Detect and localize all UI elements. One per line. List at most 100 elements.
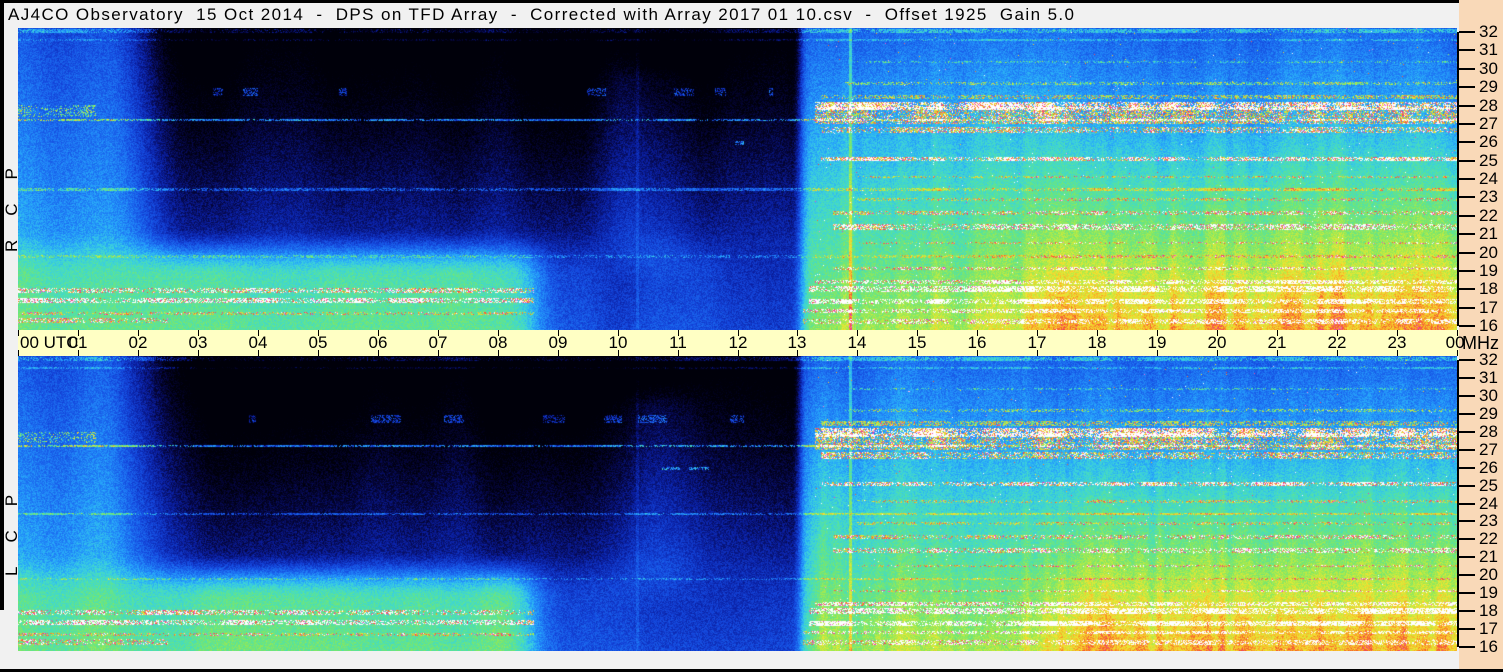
frequency-tick bbox=[1459, 556, 1475, 558]
frequency-tick bbox=[1459, 449, 1475, 451]
frequency-tick bbox=[1459, 270, 1475, 272]
frequency-tick bbox=[1459, 307, 1475, 309]
frequency-tick bbox=[1459, 503, 1475, 505]
frequency-tick bbox=[1459, 288, 1475, 290]
frequency-tick-label: 30 bbox=[1479, 60, 1498, 78]
frequency-tick bbox=[1459, 160, 1475, 162]
frequency-tick-label: 24 bbox=[1479, 170, 1498, 188]
frequency-tick bbox=[1459, 105, 1475, 107]
hour-tick-label: 13 bbox=[788, 334, 807, 352]
frequency-tick-label: 26 bbox=[1479, 133, 1498, 151]
frequency-tick-label: 20 bbox=[1479, 566, 1498, 584]
hour-tick-label: 18 bbox=[1088, 334, 1107, 352]
frequency-tick bbox=[1459, 628, 1475, 630]
hour-tick-label: 21 bbox=[1268, 334, 1287, 352]
hour-tick-label: 20 bbox=[1208, 334, 1227, 352]
hour-tick-label: 22 bbox=[1328, 334, 1347, 352]
frequency-tick-label: 30 bbox=[1479, 387, 1498, 405]
hour-tick-label: 17 bbox=[1028, 334, 1047, 352]
lcp-polarization-label: LCP bbox=[2, 436, 18, 576]
frequency-tick bbox=[1459, 610, 1475, 612]
hour-tick-label: 16 bbox=[968, 334, 987, 352]
hour-tick-label: 19 bbox=[1148, 334, 1167, 352]
frequency-tick-label: 27 bbox=[1479, 115, 1498, 133]
frequency-tick-label: 18 bbox=[1479, 280, 1498, 298]
hour-tick-label: 06 bbox=[369, 334, 388, 352]
frequency-tick-label: 16 bbox=[1479, 638, 1498, 656]
hour-tick bbox=[18, 350, 19, 356]
frequency-tick bbox=[1459, 646, 1475, 648]
frequency-tick-label: 25 bbox=[1479, 152, 1498, 170]
frequency-tick bbox=[1459, 68, 1475, 70]
frequency-tick bbox=[1459, 359, 1475, 361]
hour-tick-label: 03 bbox=[189, 334, 208, 352]
frequency-tick bbox=[1459, 86, 1475, 88]
frequency-tick bbox=[1459, 413, 1475, 415]
frequency-tick bbox=[1459, 538, 1475, 540]
hour-tick bbox=[18, 330, 19, 336]
frequency-tick-label: 19 bbox=[1479, 584, 1498, 602]
frequency-tick bbox=[1459, 325, 1475, 327]
frequency-tick-label: 23 bbox=[1479, 188, 1498, 206]
frequency-tick bbox=[1459, 252, 1475, 254]
hour-tick-label: 15 bbox=[908, 334, 927, 352]
hour-tick-label: 01 bbox=[69, 334, 88, 352]
frequency-tick bbox=[1459, 49, 1475, 51]
frequency-tick bbox=[1459, 467, 1475, 469]
frequency-tick-label: 24 bbox=[1479, 495, 1498, 513]
hour-tick-label: 02 bbox=[129, 334, 148, 352]
frequency-tick-label: 32 bbox=[1479, 23, 1498, 41]
frequency-tick-label: 21 bbox=[1479, 225, 1498, 243]
frequency-tick-label: 22 bbox=[1479, 207, 1498, 225]
frequency-tick-label: 29 bbox=[1479, 405, 1498, 423]
frequency-tick bbox=[1459, 178, 1475, 180]
app-window: AJ4CO Observatory 15 Oct 2014 - DPS on T… bbox=[0, 0, 1503, 672]
frequency-tick-label: 28 bbox=[1479, 97, 1498, 115]
hour-tick-label: 11 bbox=[669, 334, 687, 352]
rcp-polarization-label: RCP bbox=[2, 112, 18, 252]
hour-tick-label: 12 bbox=[729, 334, 748, 352]
frequency-tick-label: 23 bbox=[1479, 512, 1498, 530]
frequency-tick-label: 19 bbox=[1479, 262, 1498, 280]
frequency-tick-label: 17 bbox=[1479, 299, 1498, 317]
frequency-tick-label: 21 bbox=[1479, 548, 1498, 566]
frequency-tick-label: 22 bbox=[1479, 530, 1498, 548]
frequency-tick-label: 28 bbox=[1479, 423, 1498, 441]
frequency-tick bbox=[1459, 31, 1475, 33]
frequency-tick-label: 25 bbox=[1479, 477, 1498, 495]
frequency-tick bbox=[1459, 520, 1475, 522]
lcp-spectrogram bbox=[18, 356, 1457, 651]
frequency-tick bbox=[1459, 431, 1475, 433]
frequency-tick-label: 27 bbox=[1479, 441, 1498, 459]
hour-tick-label: 09 bbox=[549, 334, 568, 352]
hour-tick-label: 10 bbox=[609, 334, 628, 352]
frequency-tick bbox=[1459, 233, 1475, 235]
frequency-tick-label: 17 bbox=[1479, 620, 1498, 638]
frequency-tick bbox=[1459, 395, 1475, 397]
window-title: AJ4CO Observatory 15 Oct 2014 - DPS on T… bbox=[8, 3, 1075, 27]
hour-tick-label: 04 bbox=[249, 334, 268, 352]
frequency-tick bbox=[1459, 196, 1475, 198]
frequency-tick-label: 26 bbox=[1479, 459, 1498, 477]
hour-tick-label: 07 bbox=[429, 334, 448, 352]
frequency-tick-label: 31 bbox=[1479, 41, 1498, 59]
frequency-tick bbox=[1459, 377, 1475, 379]
frequency-tick bbox=[1459, 141, 1475, 143]
frequency-tick bbox=[1459, 574, 1475, 576]
hour-tick-label: 23 bbox=[1388, 334, 1407, 352]
rcp-spectrogram bbox=[18, 28, 1457, 330]
frequency-tick-label: 16 bbox=[1479, 317, 1498, 335]
frequency-tick bbox=[1459, 123, 1475, 125]
frequency-tick-label: 32 bbox=[1479, 351, 1498, 369]
frequency-tick-label: 20 bbox=[1479, 244, 1498, 262]
time-axis: 00 UTC0102030405060708091011121314151617… bbox=[18, 330, 1459, 356]
hour-tick-label: 08 bbox=[489, 334, 508, 352]
frequency-tick-label: 29 bbox=[1479, 78, 1498, 96]
frequency-tick bbox=[1459, 592, 1475, 594]
frequency-tick bbox=[1459, 215, 1475, 217]
hour-tick-label: 14 bbox=[848, 334, 867, 352]
frequency-tick-label: 31 bbox=[1479, 369, 1498, 387]
hour-tick-label: 05 bbox=[309, 334, 328, 352]
frequency-tick bbox=[1459, 485, 1475, 487]
frequency-tick-label: 18 bbox=[1479, 602, 1498, 620]
